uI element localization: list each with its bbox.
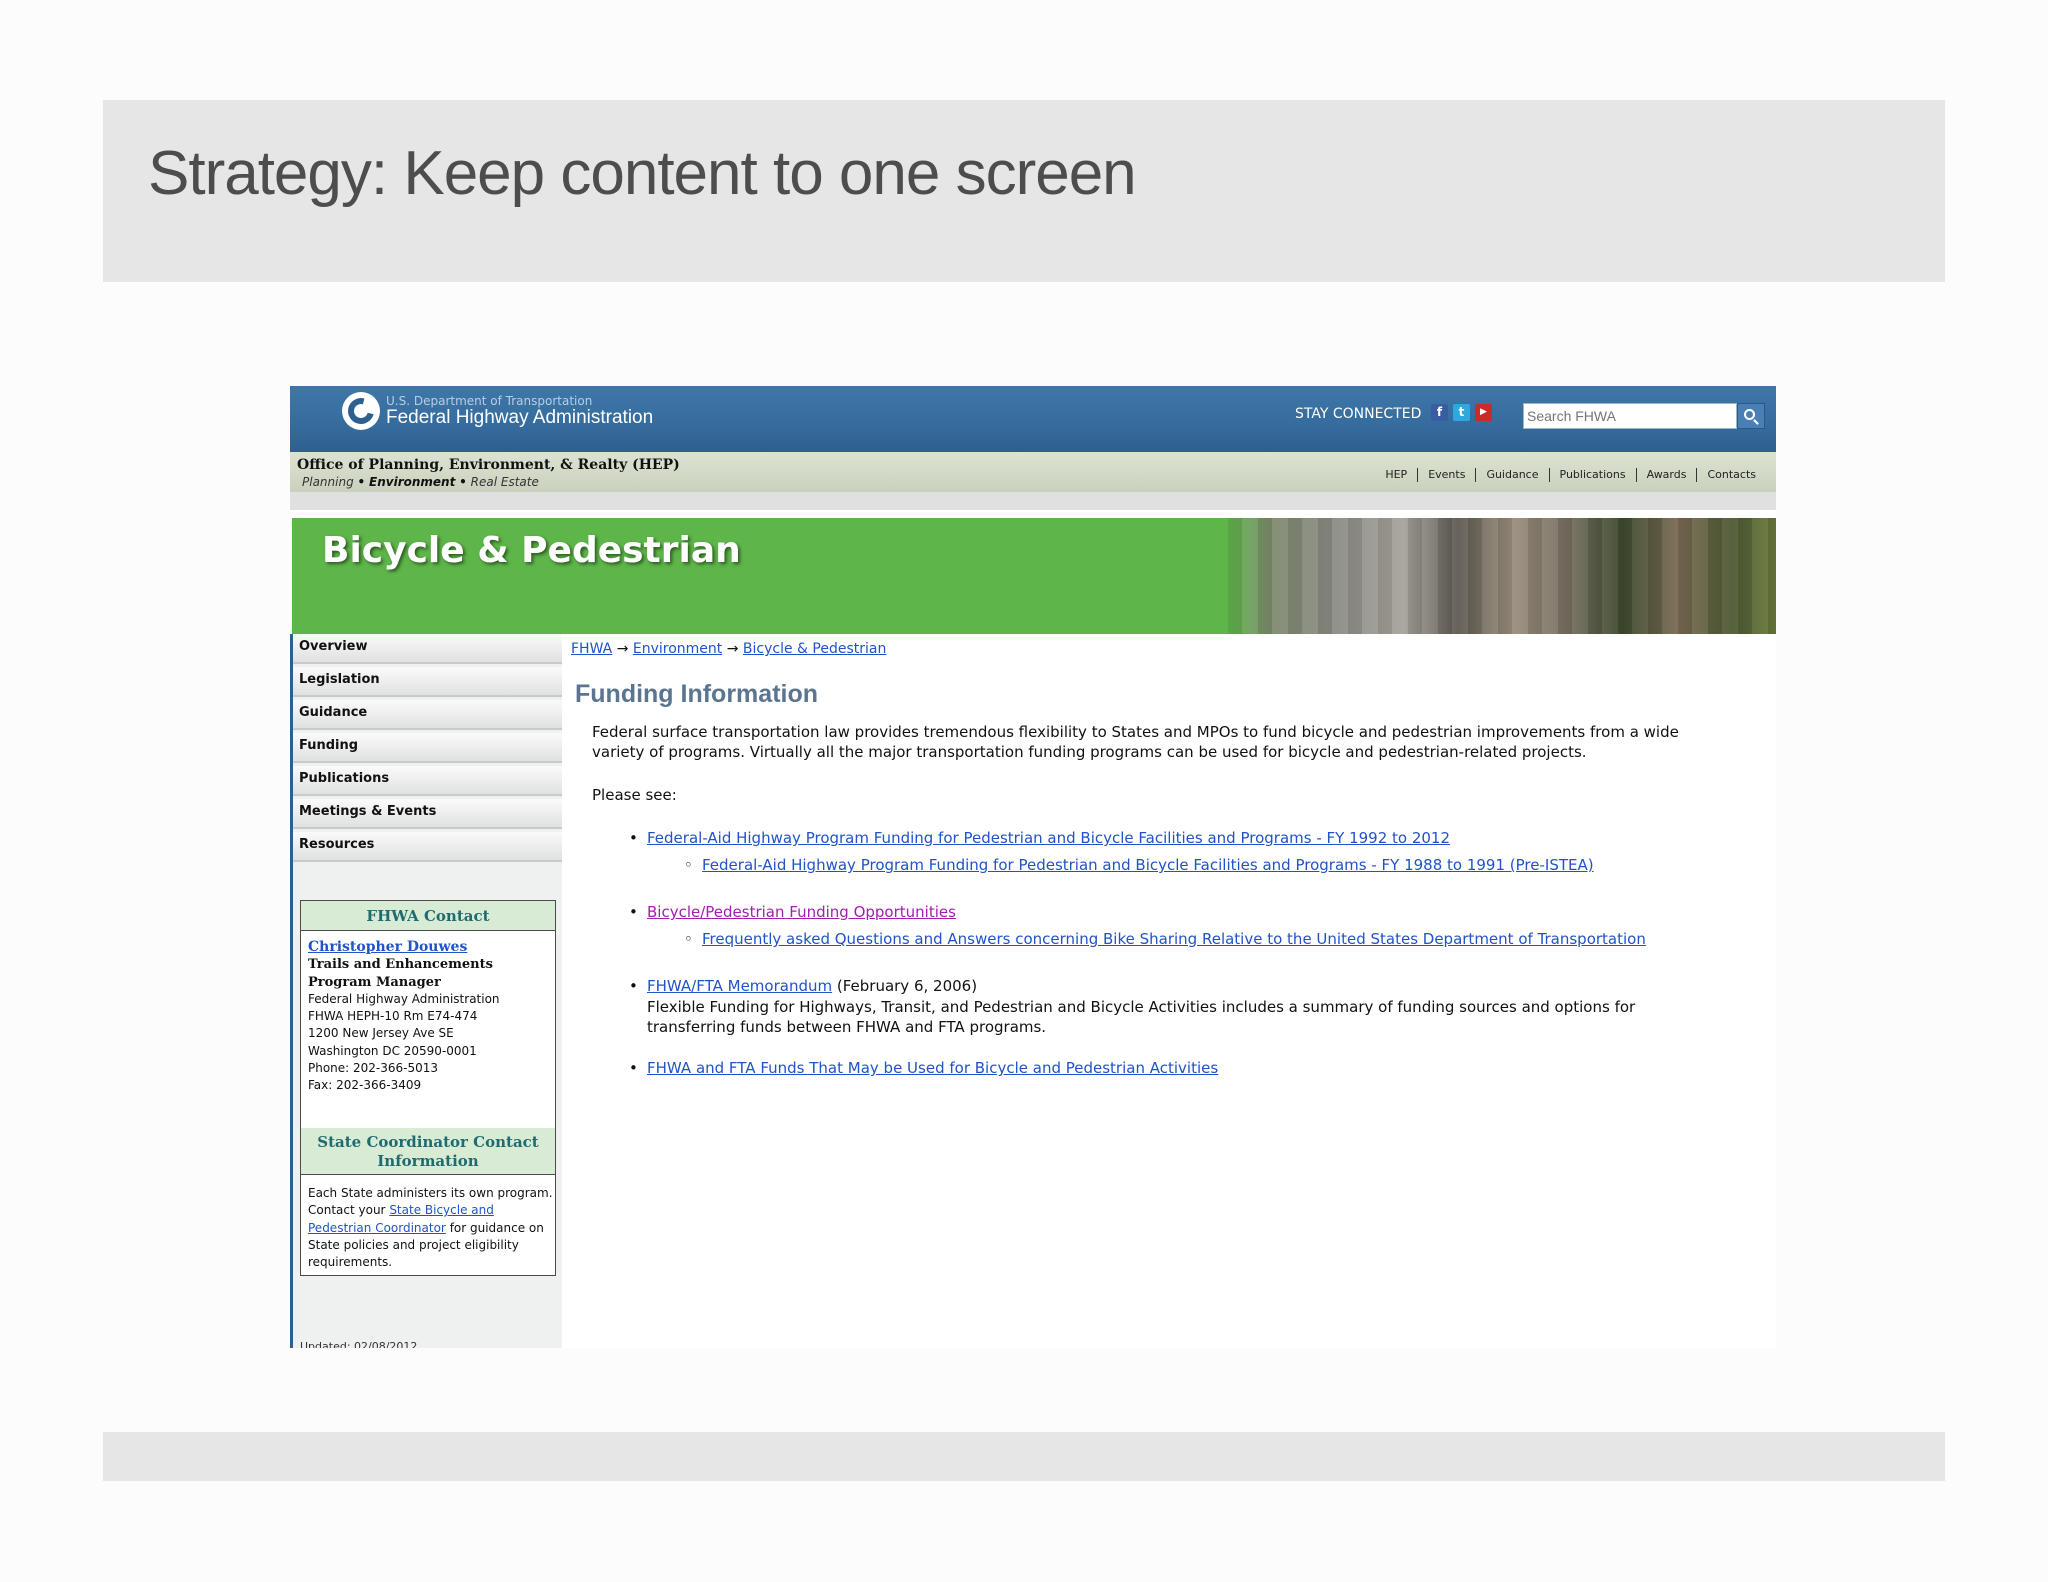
divider [290,492,1776,510]
dept-name: U.S. Department of Transportation [386,394,593,408]
embedded-web-page: U.S. Department of Transportation Federa… [290,386,1776,1348]
list-item: • FHWA/FTA Memorandum (February 6, 2006) [629,977,978,995]
sidebar-item-funding[interactable]: Funding [293,733,562,763]
dot-logo-icon[interactable] [342,392,380,430]
sidebar-item-overview[interactable]: Overview [293,634,562,664]
search-button[interactable] [1737,403,1765,429]
slide-footer-band [103,1432,1945,1481]
fhwa-fta-funds-link[interactable]: FHWA and FTA Funds That May be Used for … [647,1059,1218,1077]
bike-sharing-faq-link[interactable]: Frequently asked Questions and Answers c… [702,930,1646,948]
site-header: U.S. Department of Transportation Federa… [290,386,1776,452]
office-sub-bullet: • [357,475,366,489]
slide-title-band: Strategy: Keep content to one screen [103,100,1945,282]
office-sub-realestate: Real Estate [470,475,539,489]
facebook-icon[interactable]: f [1431,404,1448,421]
please-see-label: Please see: [592,786,677,804]
top-nav-hep[interactable]: HEP [1375,468,1417,482]
updated-date: Updated: 02/08/2012 [300,1340,418,1348]
breadcrumb-fhwa[interactable]: FHWA [571,641,612,657]
memo-date: (February 6, 2006) [832,977,978,995]
sidebar-item-meetings-events[interactable]: Meetings & Events [293,799,562,829]
contact-line: Washington DC 20590-0001 [308,1043,477,1058]
memo-description: Flexible Funding for Highways, Transit, … [647,998,1636,1036]
bullet-icon: • [629,1059,638,1077]
contact-title: Trails and Enhancements [308,957,493,973]
banner-photo [1228,518,1776,634]
breadcrumb-separator: → [616,641,629,657]
breadcrumb-separator: → [726,641,739,657]
office-subtitle: Planning • Environment • Real Estate [302,475,539,489]
search-input[interactable] [1523,403,1737,429]
search-icon [1744,409,1755,420]
sidebar-item-legislation[interactable]: Legislation [293,667,562,697]
office-title: Office of Planning, Environment, & Realt… [297,457,680,473]
top-nav: HEP Events Guidance Publications Awards … [1375,468,1766,482]
list-item: • Bicycle/Pedestrian Funding Opportuniti… [629,903,956,921]
contact-line: 1200 New Jersey Ave SE [308,1026,454,1041]
sidebar-item-guidance[interactable]: Guidance [293,700,562,730]
contact-box: FHWA Contact Christopher Douwes Trails a… [300,900,556,1276]
contact-phone: Phone: 202-366-5013 [308,1061,439,1076]
intro-paragraph: Federal surface transportation law provi… [592,723,1679,761]
contact-name-link[interactable]: Christopher Douwes [308,939,552,956]
office-bar: Office of Planning, Environment, & Realt… [290,452,1776,492]
office-sub-planning: Planning [302,475,354,489]
list-item: ◦ Frequently asked Questions and Answers… [684,930,1646,948]
sidebar-item-resources[interactable]: Resources [293,832,562,862]
agency-name[interactable]: Federal Highway Administration [386,407,653,429]
bullet-icon: • [629,903,638,921]
youtube-icon[interactable]: ▶ [1475,404,1492,421]
main-content: FHWA → Environment → Bicycle & Pedestria… [562,634,1776,1348]
office-sub-bullet: • [459,475,467,489]
slide-title: Strategy: Keep content to one screen [148,139,1137,208]
page-title: Funding Information [575,680,819,708]
top-nav-guidance[interactable]: Guidance [1475,468,1548,482]
funding-opportunities-link[interactable]: Bicycle/Pedestrian Funding Opportunities [647,903,956,921]
bullet-icon: • [629,829,638,847]
circle-bullet-icon: ◦ [684,856,693,874]
funding-fy1988-1991-link[interactable]: Federal-Aid Highway Program Funding for … [702,856,1594,874]
funding-fy1992-2012-link[interactable]: Federal-Aid Highway Program Funding for … [647,829,1450,847]
fhwa-contact-header: FHWA Contact [301,901,555,931]
circle-bullet-icon: ◦ [684,930,693,948]
slide: Strategy: Keep content to one screen U.S… [0,0,2048,1582]
office-sub-environment: Environment [369,475,456,489]
fhwa-contact-body: Christopher Douwes Trails and Enhancemen… [308,939,552,1095]
contact-fax: Fax: 202-366-3409 [308,1078,422,1093]
state-coordinator-header: State Coordinator Contact Information [301,1128,555,1175]
list-item: • Federal-Aid Highway Program Funding fo… [629,829,1450,847]
state-coordinator-body: Each State administers its own program. … [308,1185,554,1271]
breadcrumb-environment[interactable]: Environment [633,641,722,657]
section-banner: Bicycle & Pedestrian [292,518,1776,634]
twitter-icon[interactable]: t [1453,404,1470,421]
top-nav-awards[interactable]: Awards [1635,468,1697,482]
list-item: • FHWA and FTA Funds That May be Used fo… [629,1059,1218,1077]
top-nav-events[interactable]: Events [1417,468,1475,482]
breadcrumb: FHWA → Environment → Bicycle & Pedestria… [571,641,886,657]
list-item: ◦ Federal-Aid Highway Program Funding fo… [684,856,1594,874]
sidebar: Overview Legislation Guidance Funding Pu… [290,634,562,1348]
stay-connected-label: STAY CONNECTED [1295,406,1422,422]
top-nav-publications[interactable]: Publications [1548,468,1636,482]
sidebar-item-publications[interactable]: Publications [293,766,562,796]
contact-line: FHWA HEPH-10 Rm E74-474 [308,1009,478,1024]
contact-line: Federal Highway Administration [308,991,500,1006]
top-nav-contacts[interactable]: Contacts [1696,468,1766,482]
fhwa-fta-memo-link[interactable]: FHWA/FTA Memorandum [647,977,832,995]
breadcrumb-bicycle-pedestrian[interactable]: Bicycle & Pedestrian [743,641,886,657]
contact-title: Program Manager [308,974,441,990]
banner-title: Bicycle & Pedestrian [322,530,741,571]
bullet-icon: • [629,977,638,995]
